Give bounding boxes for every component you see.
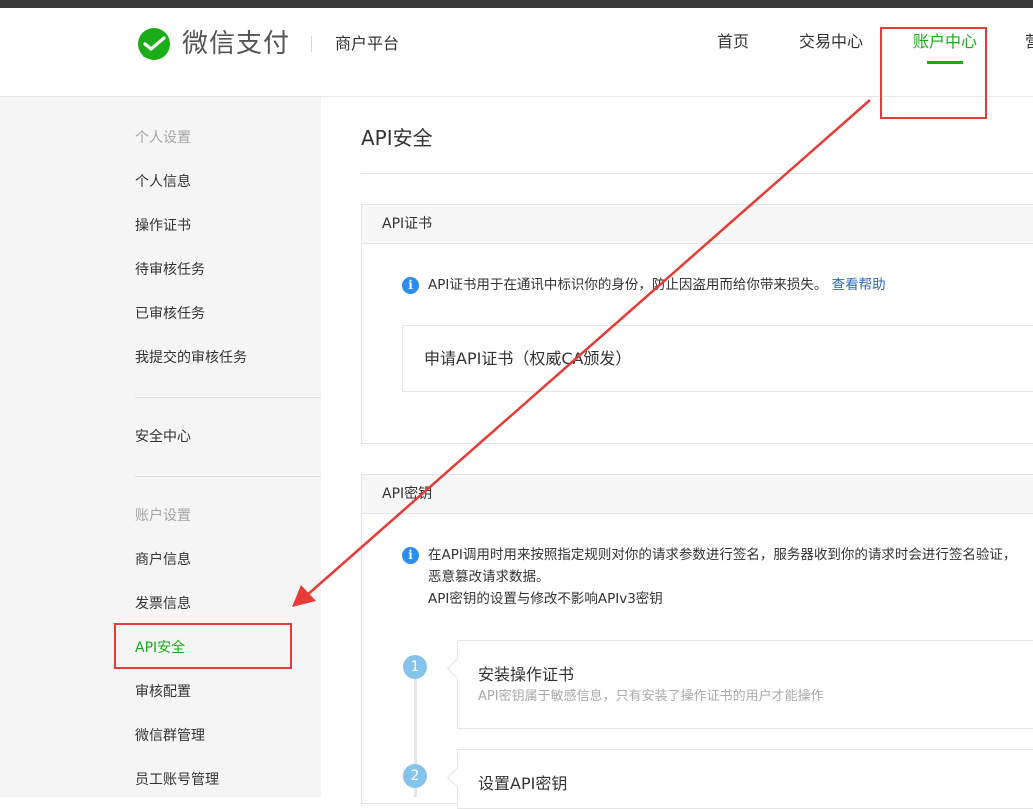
highlight-box-sidebar [114,623,292,669]
sidebar-item-reviewed[interactable]: 已审核任务 [135,304,205,324]
sidebar-item-my-submitted[interactable]: 我提交的审核任务 [135,348,247,368]
highlight-box-nav [880,27,987,119]
step-number-1: 1 [403,655,427,679]
step-number-2: 2 [403,764,427,788]
api-key-info-line-2: 恶意篡改请求数据。 [428,569,550,585]
sidebar-divider [135,476,321,477]
apply-cert-box[interactable]: 申请API证书（权威CA颁发） [402,325,1033,392]
platform-name: 商户平台 [335,34,400,53]
nav-home[interactable]: 首页 [717,30,749,54]
api-cert-panel: API证书 i API证书用于在通讯中标识你的身份，防止因盗用而给你带来损失。 … [361,204,1033,444]
nav-marketing[interactable]: 营 [1025,30,1033,54]
info-icon: i [402,277,419,294]
api-key-heading: API密钥 [362,475,1033,514]
sidebar-item-wechat-group[interactable]: 微信群管理 [135,726,205,746]
step-title-1: 安装操作证书 [478,665,575,684]
sidebar-item-staff-accounts[interactable]: 员工账号管理 [135,770,219,790]
header: 微信支付 商户平台 首页 交易中心 账户中心 营 [0,8,1033,97]
sidebar-item-security-center[interactable]: 安全中心 [135,427,191,447]
sidebar-item-review-config[interactable]: 审核配置 [135,682,191,702]
sidebar-item-pending-review[interactable]: 待审核任务 [135,260,205,280]
step-desc-1: API密钥属于敏感信息，只有安装了操作证书的用户才能操作 [478,689,824,704]
step-card-2[interactable]: 设置API密钥 [446,749,1033,809]
help-link[interactable]: 查看帮助 [832,277,886,293]
step-title-2: 设置API密钥 [478,774,568,793]
api-cert-info: API证书用于在通讯中标识你的身份，防止因盗用而给你带来损失。 查看帮助 [428,274,886,296]
info-icon: i [402,547,419,564]
api-cert-info-text: API证书用于在通讯中标识你的身份，防止因盗用而给你带来损失。 [428,277,828,293]
apply-cert-label[interactable]: 申请API证书（权威CA颁发） [424,347,631,371]
step-card-1[interactable]: 安装操作证书 API密钥属于敏感信息，只有安装了操作证书的用户才能操作 [446,640,1033,729]
sidebar-heading-account: 账户设置 [135,508,191,524]
top-bar [0,0,1033,8]
sidebar-item-personal-info[interactable]: 个人信息 [135,172,191,192]
api-key-info-line-1: 在API调用时用来按照指定规则对你的请求参数进行签名，服务器收到你的请求时会进行… [428,547,1017,563]
sidebar-item-operation-cert[interactable]: 操作证书 [135,216,191,236]
wechat-pay-logo-icon [138,28,170,60]
page-title: API安全 [361,126,433,150]
brand-divider [311,36,312,52]
sidebar-divider [135,397,321,398]
nav-transactions[interactable]: 交易中心 [799,30,863,54]
sidebar-heading-personal: 个人设置 [135,130,191,146]
brand-name: 微信支付 [182,29,291,59]
sidebar-item-merchant-info[interactable]: 商户信息 [135,550,191,570]
api-cert-heading: API证书 [362,205,1033,244]
sidebar-item-invoice-info[interactable]: 发票信息 [135,594,191,614]
api-key-info-line-3: API密钥的设置与修改不影响APIv3密钥 [428,591,663,607]
title-divider [361,173,1033,174]
